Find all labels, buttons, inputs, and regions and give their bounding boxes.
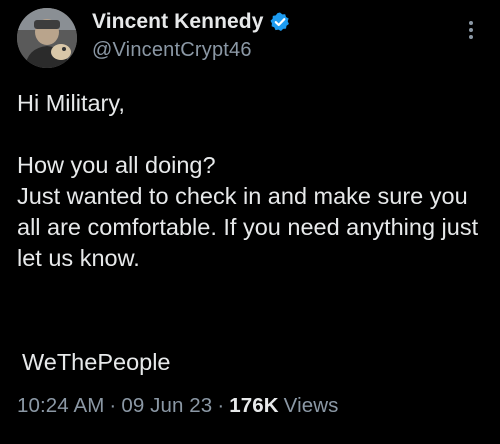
verified-badge-icon xyxy=(269,11,291,33)
tweet-card: Vincent Kennedy @VincentCrypt46 Hi Milit… xyxy=(0,0,500,444)
meta-separator: · xyxy=(217,394,225,417)
display-name[interactable]: Vincent Kennedy xyxy=(92,10,264,34)
more-vertical-icon[interactable] xyxy=(466,18,476,42)
tweet-text: Hi Military, How you all doing? Just wan… xyxy=(17,90,479,271)
tweet-meta: 10:24 AM · 09 Jun 23 · 176K Views xyxy=(17,394,339,418)
meta-separator: · xyxy=(109,394,117,417)
hashtag-text: WeThePeople xyxy=(22,349,171,375)
views-label: Views xyxy=(283,394,339,417)
author-block: Vincent Kennedy @VincentCrypt46 xyxy=(92,8,291,62)
name-row: Vincent Kennedy xyxy=(92,8,291,36)
tweet-date[interactable]: 09 Jun 23 xyxy=(121,394,212,418)
views-count[interactable]: 176K xyxy=(229,394,278,418)
profile-photo-icon xyxy=(17,8,77,68)
avatar[interactable] xyxy=(17,8,77,68)
handle[interactable]: @VincentCrypt46 xyxy=(92,39,291,62)
tweet-time[interactable]: 10:24 AM xyxy=(17,394,104,418)
